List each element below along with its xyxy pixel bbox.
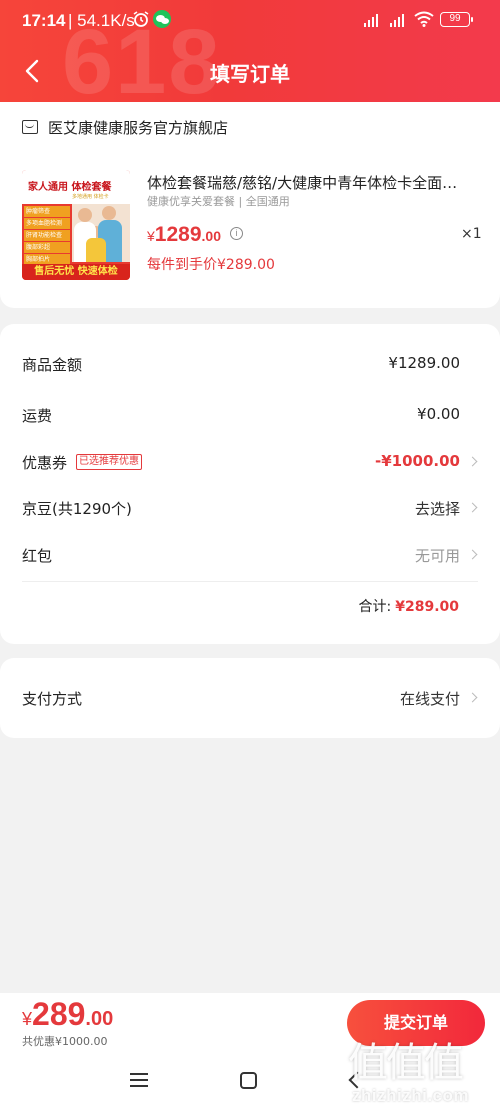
battery-icon: 99 <box>440 12 473 27</box>
product-image-items: 肿瘤筛查 多项血脂检测 肝肾功能检查 腹部彩超 胸部拍片 <box>24 206 70 266</box>
jingdou-value: 去选择 <box>414 500 460 518</box>
chevron-right-icon <box>467 456 478 467</box>
payment-method-row[interactable]: 支付方式 在线支付 <box>22 688 478 712</box>
bottom-total-price: ¥289.00 <box>22 996 114 1032</box>
shipping-value: ¥0.00 <box>417 405 460 423</box>
watermark-text: zhizhizhi.com <box>352 1086 469 1105</box>
shop-icon <box>22 120 38 134</box>
goods-amount-value: ¥1289.00 <box>388 354 460 372</box>
wechat-icon <box>153 10 171 28</box>
coupon-row[interactable]: 优惠券 已选推荐优惠 -¥1000.00 <box>22 452 478 476</box>
shop-name[interactable]: 医艾康健康服务官方旗舰店 <box>48 117 228 138</box>
order-total: 合计: ¥289.00 <box>358 599 459 615</box>
red-packet-row[interactable]: 红包 无可用 <box>22 545 478 569</box>
status-time: 17:14 <box>22 11 66 30</box>
red-packet-value: 无可用 <box>414 547 460 565</box>
product-final-price: 每件到手价¥289.00 <box>147 257 275 273</box>
jingdou-label: 京豆(共1290个) <box>22 500 132 518</box>
signal-1-icon <box>364 13 382 27</box>
product-image-title: 家人通用 体检套餐 <box>28 182 112 193</box>
product-quantity: ×1 <box>461 226 482 242</box>
product-image[interactable]: 家人通用 体检套餐 多地通用 体检卡 肿瘤筛查 多项血脂检测 肝肾功能检查 腹部… <box>22 170 130 280</box>
coupon-label: 优惠券 <box>22 454 68 472</box>
coupon-badge: 已选推荐优惠 <box>76 454 142 470</box>
product-title[interactable]: 体检套餐瑞慈/慈铭/大健康中青年体检卡全面… <box>147 172 477 193</box>
shipping-label: 运费 <box>22 407 53 425</box>
payment-method-value: 在线支付 <box>399 690 460 708</box>
divider <box>22 581 478 582</box>
signal-2-icon <box>390 13 408 27</box>
product-tags: 健康优享关爱套餐 | 全国通用 <box>147 195 290 208</box>
payment-method-label: 支付方式 <box>22 690 83 708</box>
chevron-right-icon <box>467 549 478 560</box>
chevron-right-icon <box>467 502 478 513</box>
page-title: 填写订单 <box>210 62 290 86</box>
nav-menu-icon[interactable] <box>130 1073 148 1087</box>
red-packet-label: 红包 <box>22 547 53 565</box>
product-image-family <box>72 204 130 262</box>
alarm-icon <box>132 10 150 32</box>
status-bar: 17:14 | 54.1K/s 99 <box>0 0 500 40</box>
jingdou-row[interactable]: 京豆(共1290个) 去选择 <box>22 498 478 522</box>
wifi-icon <box>414 11 434 31</box>
status-network-speed: | 54.1K/s <box>68 11 135 30</box>
bottom-saved-amount: 共优惠¥1000.00 <box>22 1035 108 1048</box>
product-image-subtitle: 多地通用 体检卡 <box>72 194 109 200</box>
goods-amount-label: 商品金额 <box>22 356 83 374</box>
chevron-right-icon <box>467 692 478 703</box>
info-icon[interactable]: i <box>230 227 243 240</box>
product-image-banner: 售后无忧 快速体检 <box>22 264 130 280</box>
coupon-value: -¥1000.00 <box>375 452 460 470</box>
nav-home-icon[interactable] <box>240 1072 257 1089</box>
product-price: ¥1289.00 <box>147 223 221 246</box>
watermark-logo: 值值值 <box>348 1040 464 1086</box>
goods-amount-row: 商品金额 ¥1289.00 <box>22 354 478 378</box>
shipping-row: 运费 ¥0.00 <box>22 405 478 429</box>
